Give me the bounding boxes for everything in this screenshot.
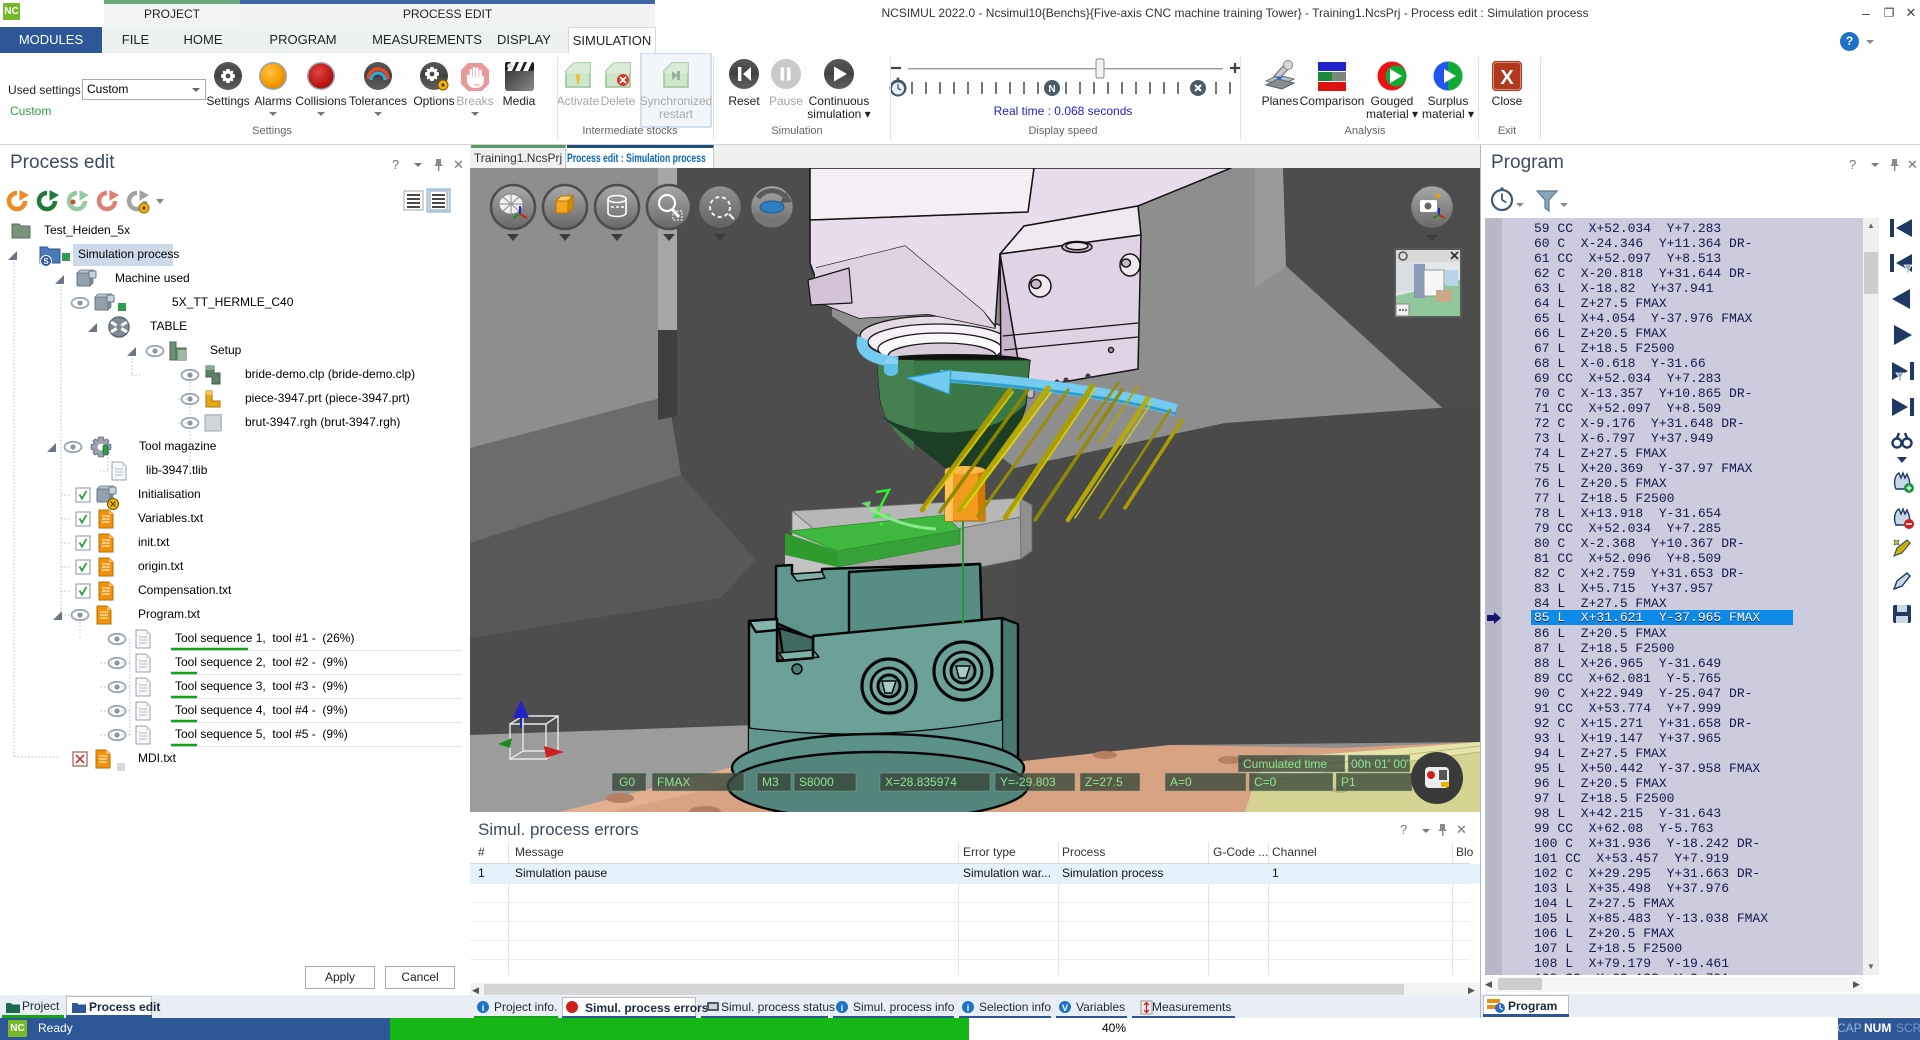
svg-text:S8000: S8000 (799, 775, 834, 789)
svg-text:P1: P1 (1341, 775, 1356, 789)
svg-text:Z=27.5: Z=27.5 (1085, 775, 1123, 789)
svg-text:i: i (967, 1003, 970, 1013)
svg-text:FMAX: FMAX (657, 775, 690, 789)
svg-text:N: N (1048, 84, 1055, 95)
svg-text:i: i (482, 1003, 485, 1013)
svg-text:X=28.835974: X=28.835974 (885, 775, 957, 789)
svg-text:V: V (1062, 1003, 1068, 1013)
svg-text:M3: M3 (762, 775, 779, 789)
svg-text:Y=-29.803: Y=-29.803 (1000, 775, 1056, 789)
svg-text:X: X (1500, 67, 1514, 89)
svg-text:00h 01' 00": 00h 01' 00" (1351, 757, 1411, 771)
svg-text:i: i (841, 1003, 844, 1013)
svg-text:G0: G0 (619, 775, 635, 789)
svg-text:A=0: A=0 (1170, 775, 1192, 789)
svg-text:C=0: C=0 (1254, 775, 1277, 789)
svg-text:Cumulated time: Cumulated time (1243, 757, 1327, 771)
